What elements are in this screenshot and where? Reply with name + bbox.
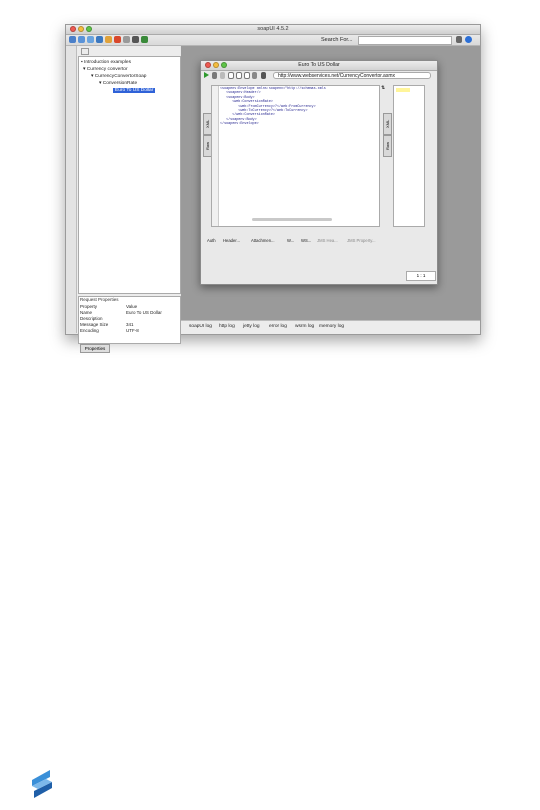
splitter-arrows-icon[interactable]: ⇅: [381, 85, 386, 91]
line-gutter: [212, 86, 219, 226]
proxy-icon[interactable]: [123, 36, 130, 43]
ws-a-tab[interactable]: W...: [287, 238, 294, 243]
tree-node-label: ConversionRate: [102, 81, 138, 86]
request-titlebar: Euro To US Dollar: [201, 61, 437, 71]
request-xml-text[interactable]: <soapenv:Envelope xmlns:soapenv="http://…: [220, 87, 326, 127]
request-bottom-tabs: Auth Header... Attachmen... W... WS... J…: [203, 236, 383, 246]
property-value[interactable]: Euro To US Dollar: [126, 310, 162, 316]
log-tab[interactable]: error log: [269, 324, 287, 329]
cursor-position: 1 : 1: [406, 271, 436, 281]
tree-node-selected[interactable]: Euro To US Dollar: [113, 87, 156, 94]
log-tab[interactable]: wsrm log: [295, 324, 314, 329]
search-label: Search For...: [321, 37, 353, 43]
jms-property-tab[interactable]: JMS Property...: [347, 238, 376, 243]
tree-node-label: Euro To US Dollar: [113, 88, 156, 93]
window-title: soapUI 4.5.2: [257, 26, 289, 32]
ws-rm-tab[interactable]: WS...: [301, 238, 311, 243]
auth-tab[interactable]: Auth: [207, 238, 216, 243]
request-editor-window: Euro To US Dollar http://www.webservices…: [200, 60, 438, 285]
about-icon[interactable]: [141, 36, 148, 43]
horizontal-scrollbar[interactable]: [252, 218, 332, 221]
window-titlebar: soapUI 4.5.2: [66, 25, 480, 35]
help-icon[interactable]: [465, 36, 472, 43]
navigator-side-strip[interactable]: [66, 46, 77, 333]
tree-node-label: Currency convertor: [86, 67, 128, 72]
tree-node-label: CurrencyConvertorSoap: [94, 74, 147, 79]
request-title: Euro To US Dollar: [298, 62, 340, 68]
company-logo: [32, 770, 52, 798]
soapui-window: soapUI 4.5.2 Search For... ▪ Introductio…: [65, 24, 481, 353]
tree-node[interactable]: ▾ Currency convertor: [83, 66, 128, 73]
log-tab[interactable]: memory log: [319, 324, 344, 329]
new-project-icon[interactable]: [69, 36, 76, 43]
tree-node-label: Introduction examples: [84, 60, 131, 65]
response-xml-tab[interactable]: XML: [383, 113, 392, 135]
split-view-icon[interactable]: [252, 72, 257, 79]
binoculars-icon[interactable]: [456, 36, 462, 43]
trial-icon[interactable]: [105, 36, 112, 43]
desktop-area: Euro To US Dollar http://www.webservices…: [181, 46, 480, 320]
submit-request-icon[interactable]: [204, 72, 209, 78]
tree-node[interactable]: ▾ CurrencyConvertorSoap: [91, 73, 146, 80]
create-request-icon[interactable]: [228, 72, 234, 79]
exit-icon[interactable]: [132, 36, 139, 43]
main-toolbar: Search For...: [66, 35, 480, 46]
log-tabs: soapUI log http log jetty log error log …: [181, 320, 480, 334]
properties-title: Request Properties: [80, 297, 119, 302]
headers-tab[interactable]: Header...: [223, 238, 240, 243]
request-xml-editor[interactable]: <soapenv:Envelope xmlns:soapenv="http://…: [211, 85, 380, 227]
save-all-icon[interactable]: [87, 36, 94, 43]
log-tab[interactable]: soapUI log: [189, 324, 212, 329]
request-properties-panel: Request Properties Property Value Name E…: [78, 296, 181, 344]
forum-icon[interactable]: [96, 36, 103, 43]
ws-addressing-icon[interactable]: [244, 72, 250, 79]
endpoint-select[interactable]: http://www.webservices.net/CurrencyConve…: [273, 72, 431, 79]
jms-headers-tab[interactable]: JMS Hea...: [317, 238, 338, 243]
property-name: Encoding: [80, 328, 99, 333]
request-toolbar: http://www.webservices.net/CurrencyConve…: [201, 71, 437, 81]
project-tree: ▪ Introduction examples ▾ Currency conve…: [78, 56, 181, 294]
add-assertion-icon[interactable]: [212, 72, 217, 79]
navigator-panel: ▪ Introduction examples ▾ Currency conve…: [77, 46, 181, 353]
response-highlight: [396, 88, 410, 92]
log-tab[interactable]: jetty log: [243, 324, 260, 329]
search-input[interactable]: [358, 36, 452, 45]
clone-request-icon[interactable]: [236, 72, 242, 79]
navigator-icon[interactable]: [81, 48, 89, 55]
preferences-icon[interactable]: [114, 36, 121, 43]
tree-node[interactable]: ▪ Introduction examples: [81, 59, 131, 66]
attachments-tab[interactable]: Attachmen...: [251, 238, 275, 243]
request-options-icon[interactable]: [261, 72, 266, 79]
property-value[interactable]: UTF-8: [126, 328, 139, 334]
properties-tab[interactable]: Properties: [80, 344, 110, 353]
cancel-request-icon[interactable]: [220, 72, 225, 79]
response-raw-tab[interactable]: Raw: [383, 135, 392, 157]
response-xml-editor[interactable]: [393, 85, 425, 227]
log-tab[interactable]: http log: [219, 324, 235, 329]
import-project-icon[interactable]: [78, 36, 85, 43]
tree-node[interactable]: ▾ ConversionRate: [99, 80, 137, 87]
